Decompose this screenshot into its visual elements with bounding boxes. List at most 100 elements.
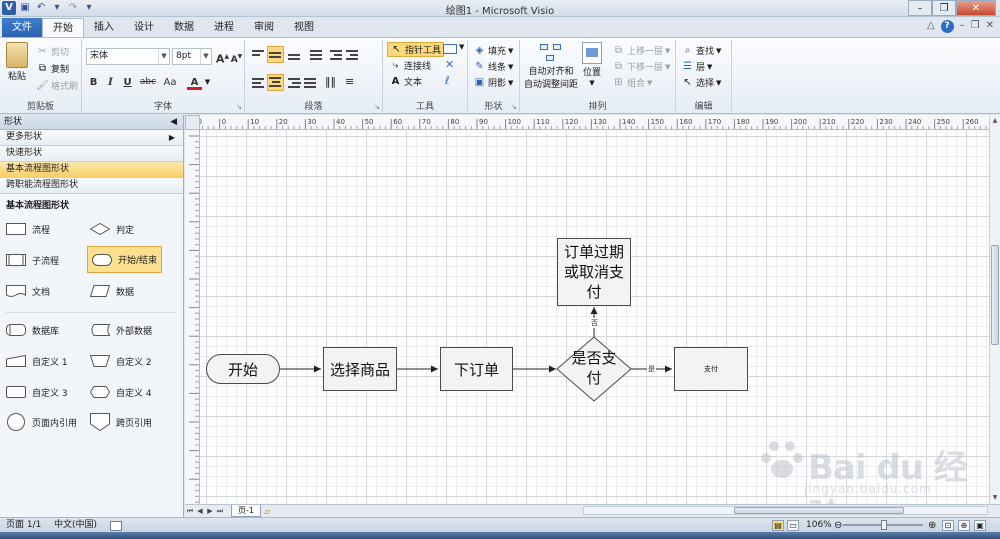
tab-review[interactable]: 审阅 [244,18,284,37]
chevron-down-icon[interactable]: ▼ [201,76,214,89]
normal-view-icon[interactable]: ▤ [772,520,784,531]
shape-document[interactable]: 文档 [6,279,50,303]
no-edge-label[interactable]: 否 [590,318,599,328]
help-icon[interactable]: ? [940,20,954,33]
shape-external-data[interactable]: 外部数据 [90,318,152,342]
underline-button[interactable]: U [120,75,135,90]
shape-custom-3[interactable]: 自定义 3 [6,380,68,404]
macro-recorder-icon[interactable] [110,521,122,531]
chevron-down-icon[interactable]: ▼ [158,49,169,64]
bullets-icon[interactable] [309,48,323,62]
font-name-select[interactable]: 宋体 ▼ [86,48,170,65]
justify-icon[interactable] [303,76,317,90]
page-tab-1[interactable]: 页-1 [231,505,261,517]
align-top-icon[interactable] [251,48,265,62]
shape-subprocess[interactable]: 子流程 [6,248,59,272]
tab-design[interactable]: 设计 [124,18,164,37]
stencil-more-shapes[interactable]: 更多形状 ▶ [0,130,183,146]
start-node[interactable]: 开始 [206,354,280,384]
font-dialog-launcher-icon[interactable]: ↘ [236,103,242,111]
zoom-slider[interactable] [843,520,923,530]
restore-button[interactable]: ❐ [932,0,956,16]
shape-dialog-launcher-icon[interactable]: ↘ [511,103,517,111]
align-bottom-icon[interactable] [287,48,301,62]
italic-button[interactable]: I [103,75,118,90]
next-page-icon[interactable]: ▶ [205,507,215,515]
insert-page-icon[interactable]: ▱ [264,507,270,516]
select-goods-node[interactable]: 选择商品 [323,347,397,391]
tab-home[interactable]: 开始 [42,18,84,37]
yes-edge-label[interactable]: 是 [647,364,656,374]
vertical-scroll-thumb[interactable] [991,245,999,345]
fill-button[interactable]: ◈ 填充 ▼ [473,44,514,57]
vertical-scrollbar[interactable]: ▲ ▼ [989,115,1000,504]
shape-on-page-reference[interactable]: 页面内引用 [6,410,77,434]
fit-page-icon[interactable]: ⊡ [942,520,954,531]
format-painter-button[interactable]: 🖌 格式刷 [36,79,78,92]
shrink-font-icon[interactable]: A▼ [229,49,244,65]
font-size-select[interactable]: 8pt ▼ [172,48,212,65]
cancel-order-node[interactable]: 订单过期 或取消支 付 [557,238,631,306]
zoom-in-icon[interactable]: ⊕ [928,519,936,532]
pointer-tool-button[interactable]: ↖ 指针工具 [387,42,445,57]
horizontal-scrollbar[interactable] [583,506,988,515]
select-button[interactable]: ↖ 选择 ▼ [681,76,721,89]
switch-windows-icon[interactable]: ▣ [974,520,986,531]
change-case-button[interactable]: Aa [160,75,180,90]
find-button[interactable]: ⌕ 查找 ▼ [681,44,722,57]
chevron-left-icon[interactable]: ◀ [170,115,177,129]
stencil-quick-shapes[interactable]: 快速形状 [0,146,183,162]
rectangle-tool-icon[interactable] [443,44,457,54]
shape-decision[interactable]: 判定 [90,217,134,241]
tab-process[interactable]: 进程 [204,18,244,37]
paste-button[interactable]: 粘贴 [6,42,28,82]
doc-close-icon[interactable]: ✕ [986,20,994,33]
decrease-indent-icon[interactable] [329,48,343,62]
doc-restore-icon[interactable]: ❐ [971,20,980,33]
shape-custom-2[interactable]: 自定义 2 [90,349,152,373]
increase-indent-icon[interactable] [345,48,359,62]
horizontal-scroll-thumb[interactable] [734,507,904,514]
line-button[interactable]: ✎ 线条 ▼ [473,60,513,73]
align-center-icon[interactable] [267,74,284,91]
shape-custom-1[interactable]: 自定义 1 [6,349,68,373]
shape-start-end[interactable]: 开始/结束 [87,246,163,273]
text-block-icon[interactable]: ≡ [345,75,354,88]
pan-zoom-window-icon[interactable]: ⊕ [958,520,970,531]
tab-insert[interactable]: 插入 [84,18,124,37]
chevron-down-icon[interactable]: ▼ [459,43,464,51]
paragraph-dialog-launcher-icon[interactable]: ↘ [374,103,380,111]
close-button[interactable]: ✕ [956,0,996,16]
layers-button[interactable]: ☰ 层 ▼ [681,60,712,73]
page-number-status[interactable]: 页面 1/1 [6,519,41,532]
pay-node[interactable]: 支付 [674,347,748,391]
text-direction-icon[interactable]: ‖‖ [325,75,336,88]
connection-point-icon[interactable]: ✕ [445,58,454,71]
place-order-node[interactable]: 下订单 [440,347,513,391]
stencil-cross-functional[interactable]: 跨职能流程图形状 [0,178,183,194]
align-middle-icon[interactable] [267,46,284,63]
zoom-out-icon[interactable]: ⊖ [834,519,842,532]
last-page-icon[interactable]: ⏭ [215,507,225,516]
send-backward-button[interactable]: ⧉ 下移一层 ▼ [612,60,670,73]
stencil-basic-flowchart[interactable]: 基本流程图形状 [0,162,183,178]
shadow-button[interactable]: ▣ 阴影 ▼ [473,76,514,89]
zoom-level[interactable]: 106% [806,519,832,532]
tab-file[interactable]: 文件 [2,18,42,37]
group-button[interactable]: ⊞ 组合 ▼ [612,76,652,89]
shape-process[interactable]: 流程 [6,217,50,241]
cut-button[interactable]: ✂ 剪切 [36,45,69,58]
minimize-button[interactable]: – [908,0,932,16]
tab-view[interactable]: 视图 [284,18,324,37]
doc-minimize-icon[interactable]: – [960,20,965,33]
tab-data[interactable]: 数据 [164,18,204,37]
scroll-up-icon[interactable]: ▲ [990,115,1000,127]
connector-button[interactable]: ⤷ 连接线 [389,59,431,72]
first-page-icon[interactable]: ⏮ [185,507,195,516]
align-left-icon[interactable] [251,76,265,90]
zoom-slider-knob[interactable] [881,520,887,530]
copy-button[interactable]: ⧉ 复制 [36,62,69,75]
full-screen-icon[interactable]: ▭ [787,520,799,531]
bring-forward-button[interactable]: ⧉ 上移一层 ▼ [612,44,670,57]
bold-button[interactable]: B [86,75,101,90]
